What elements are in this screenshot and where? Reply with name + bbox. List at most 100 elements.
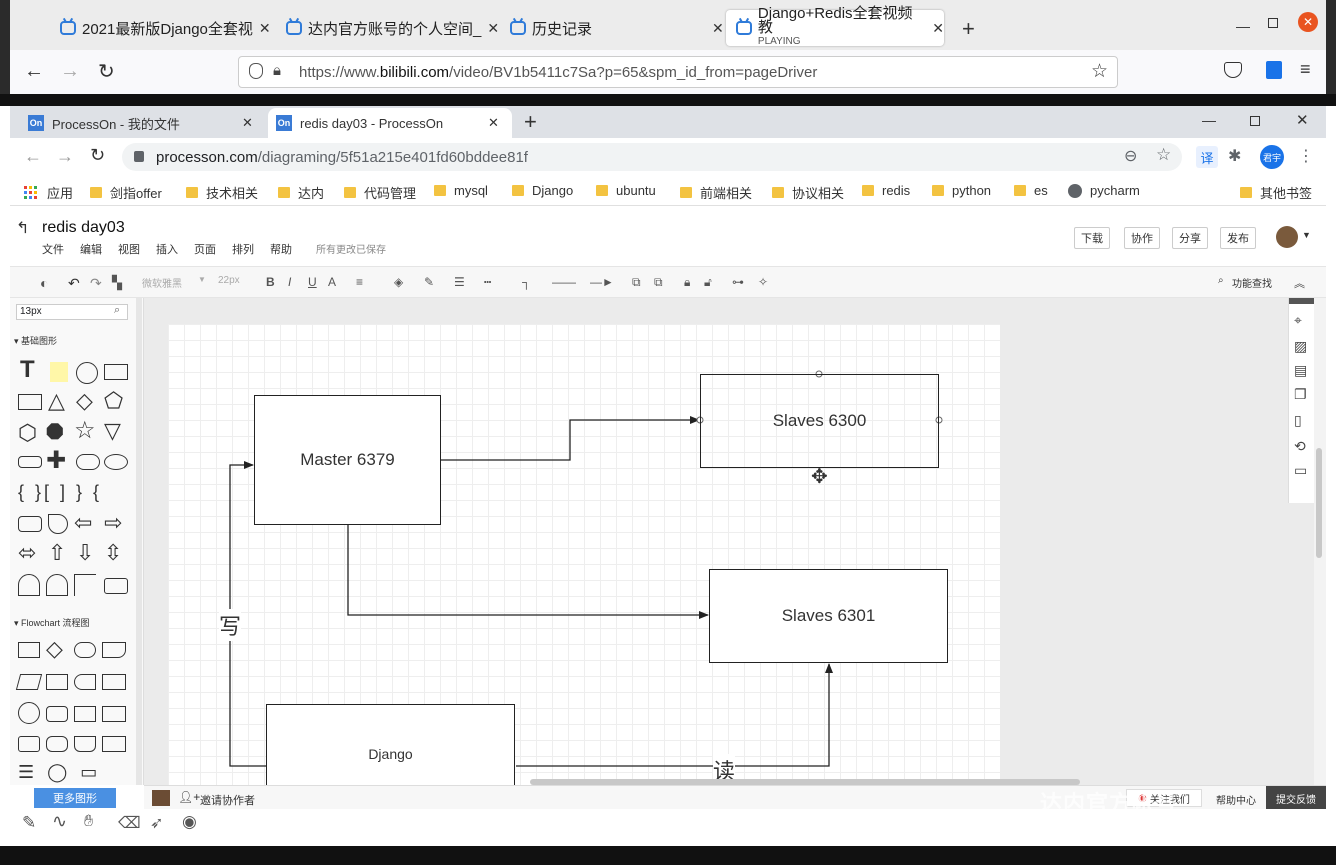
chrome-tab-2-active[interactable]: On redis day03 - ProcessOn ✕ xyxy=(268,108,512,138)
unlock-icon[interactable]: 🔓︎ xyxy=(704,275,712,290)
hexagon-shape[interactable]: ⬡ xyxy=(18,422,37,444)
predefined-process-shape[interactable] xyxy=(46,674,68,690)
download-button[interactable]: 下载 xyxy=(1074,227,1110,249)
menu-file[interactable]: 文件 xyxy=(42,241,64,257)
line-color-icon[interactable]: ✎ xyxy=(424,275,434,289)
fill-bucket-icon[interactable]: ◈ xyxy=(394,275,403,289)
menu-insert[interactable]: 插入 xyxy=(156,241,178,257)
send-back-icon[interactable]: ⧉ xyxy=(654,275,663,290)
pocket-icon[interactable] xyxy=(1224,62,1242,78)
brace-shapes[interactable]: { }[ ] } { xyxy=(18,482,102,503)
bring-front-icon[interactable]: ⧉ xyxy=(632,275,641,290)
magic-wand-icon[interactable]: ✧ xyxy=(758,275,768,289)
help-center-link[interactable]: 帮助中心 xyxy=(1216,792,1256,807)
vertical-double-arrow-shape[interactable]: ⇳ xyxy=(104,542,122,564)
font-size-select[interactable]: 22px xyxy=(218,275,240,286)
banner-shape[interactable] xyxy=(18,456,42,468)
diagram-page[interactable]: Master 6379 Slaves 6300 Slaves 6301 Djan… xyxy=(168,324,1000,785)
cloud-shape[interactable] xyxy=(76,454,100,470)
bookmark-folder[interactable]: 代码管理 xyxy=(344,183,416,202)
add-user-icon[interactable]: 👤︎+ xyxy=(178,790,200,804)
close-window-icon[interactable]: ✕ xyxy=(1296,111,1309,129)
menu-arrange[interactable]: 排列 xyxy=(232,241,254,257)
node-django[interactable]: Django xyxy=(266,704,515,785)
user-avatar[interactable] xyxy=(1276,226,1298,248)
brush-icon[interactable]: ▚ xyxy=(112,275,122,291)
font-family-select[interactable]: 微软雅黑 xyxy=(142,275,182,290)
vertical-scrollbar[interactable] xyxy=(1314,298,1326,785)
star-shape[interactable]: ☆ xyxy=(74,419,96,443)
share-button[interactable]: 分享 xyxy=(1172,227,1208,249)
ff-tab-2[interactable]: 达内官方账号的个人空间_ ✕ xyxy=(286,10,499,46)
pages-icon[interactable]: ❐ xyxy=(1294,386,1307,403)
document-shape[interactable] xyxy=(102,642,126,658)
card-shape[interactable] xyxy=(102,706,126,722)
pencil-icon[interactable]: ✎ xyxy=(22,813,36,833)
close-icon[interactable]: ✕ xyxy=(932,20,944,37)
minimize-icon[interactable]: — xyxy=(1236,18,1250,34)
bookmark-folder[interactable]: python xyxy=(932,183,991,198)
internal-storage-shape[interactable] xyxy=(102,674,126,690)
bookmark-folder[interactable]: es xyxy=(1014,183,1048,198)
search-icon[interactable]: ⌕ xyxy=(114,304,120,317)
close-icon[interactable]: ✕ xyxy=(487,20,499,37)
menu-icon[interactable]: ≡ xyxy=(1300,59,1311,80)
bookmark-folder[interactable]: mysql xyxy=(434,183,488,198)
u-turn-shape[interactable] xyxy=(18,574,40,596)
restore-icon[interactable] xyxy=(1250,116,1260,126)
curve-icon[interactable]: ∿ xyxy=(52,811,67,832)
display-shape[interactable] xyxy=(46,736,68,752)
chrome-tab-1[interactable]: On ProcessOn - 我的文件 ✕ xyxy=(20,108,266,138)
manual-op-shape[interactable] xyxy=(74,736,96,752)
more-menu-icon[interactable]: ⋮ xyxy=(1298,146,1314,166)
close-icon[interactable]: ✕ xyxy=(712,20,724,37)
bookmark-folder[interactable]: 前端相关 xyxy=(680,183,752,202)
node-master[interactable]: Master 6379 xyxy=(254,395,441,525)
menu-page[interactable]: 页面 xyxy=(194,241,216,257)
comment-icon[interactable]: ▭ xyxy=(1294,462,1307,479)
shield-shape[interactable]: ▽ xyxy=(104,420,121,442)
back-icon[interactable]: ↰ xyxy=(16,218,29,238)
link-icon[interactable]: ⊶ xyxy=(732,275,744,289)
connector-icon[interactable]: ┐ xyxy=(522,275,531,289)
underline-icon[interactable]: U xyxy=(308,275,317,289)
align-icon[interactable]: ≡ xyxy=(356,275,363,289)
rectangle-shape[interactable] xyxy=(18,394,42,410)
undo-icon[interactable]: ↶ xyxy=(68,275,80,292)
terminator-shape[interactable] xyxy=(74,642,96,658)
menu-view[interactable]: 视图 xyxy=(118,241,140,257)
forward-arrow-icon[interactable]: → xyxy=(60,60,80,83)
section-basic-shapes[interactable]: ▾ 基础图形 xyxy=(14,334,57,347)
search-icon[interactable]: ⌕ xyxy=(1218,275,1224,286)
bookmark-link[interactable]: pycharm xyxy=(1068,183,1140,198)
connector-master-to-slave6301[interactable] xyxy=(347,524,709,619)
redo-icon[interactable]: ↷ xyxy=(90,275,102,292)
back-arrow-icon[interactable]: ← xyxy=(24,60,44,83)
page-icon[interactable]: ▯ xyxy=(1294,412,1302,429)
close-icon[interactable]: ✕ xyxy=(259,20,271,37)
document-title[interactable]: redis day03 xyxy=(42,219,125,237)
collapse-icon[interactable]: ︽ xyxy=(1294,275,1305,291)
navigator-icon[interactable]: ⌖ xyxy=(1294,312,1302,329)
bookmark-folder[interactable]: ubuntu xyxy=(596,183,656,198)
history-icon[interactable]: ⟲ xyxy=(1294,438,1306,455)
pointer-icon[interactable]: ➶ xyxy=(150,813,163,833)
reload-icon[interactable]: ↻ xyxy=(98,59,115,84)
bookmark-folder[interactable]: 技术相关 xyxy=(186,183,258,202)
publish-button[interactable]: 发布 xyxy=(1220,227,1256,249)
process-shape[interactable] xyxy=(18,642,40,658)
corner-shape[interactable] xyxy=(74,574,96,596)
connector-master-to-slave6300[interactable] xyxy=(440,416,700,461)
ff-tab-4-active[interactable]: Django+Redis全套视频教 PLAYING ✕ xyxy=(726,6,944,47)
back-arrow-icon[interactable]: ← xyxy=(24,146,42,167)
forward-arrow-icon[interactable]: → xyxy=(56,146,74,167)
note-shape[interactable] xyxy=(50,362,68,382)
stored-data-shape[interactable] xyxy=(74,674,96,690)
connector-shape[interactable] xyxy=(18,702,40,724)
chevron-down-icon[interactable]: ▼ xyxy=(198,275,206,284)
rectangle-shape[interactable] xyxy=(104,578,128,594)
double-arrow-shape[interactable]: ⬄ xyxy=(18,542,36,564)
new-tab-icon[interactable]: + xyxy=(962,16,975,42)
chrome-url-field[interactable]: processon.com/diagraming/5f51a215e401fd6… xyxy=(122,143,1182,171)
bookmark-star-icon[interactable]: ☆ xyxy=(1091,60,1108,83)
